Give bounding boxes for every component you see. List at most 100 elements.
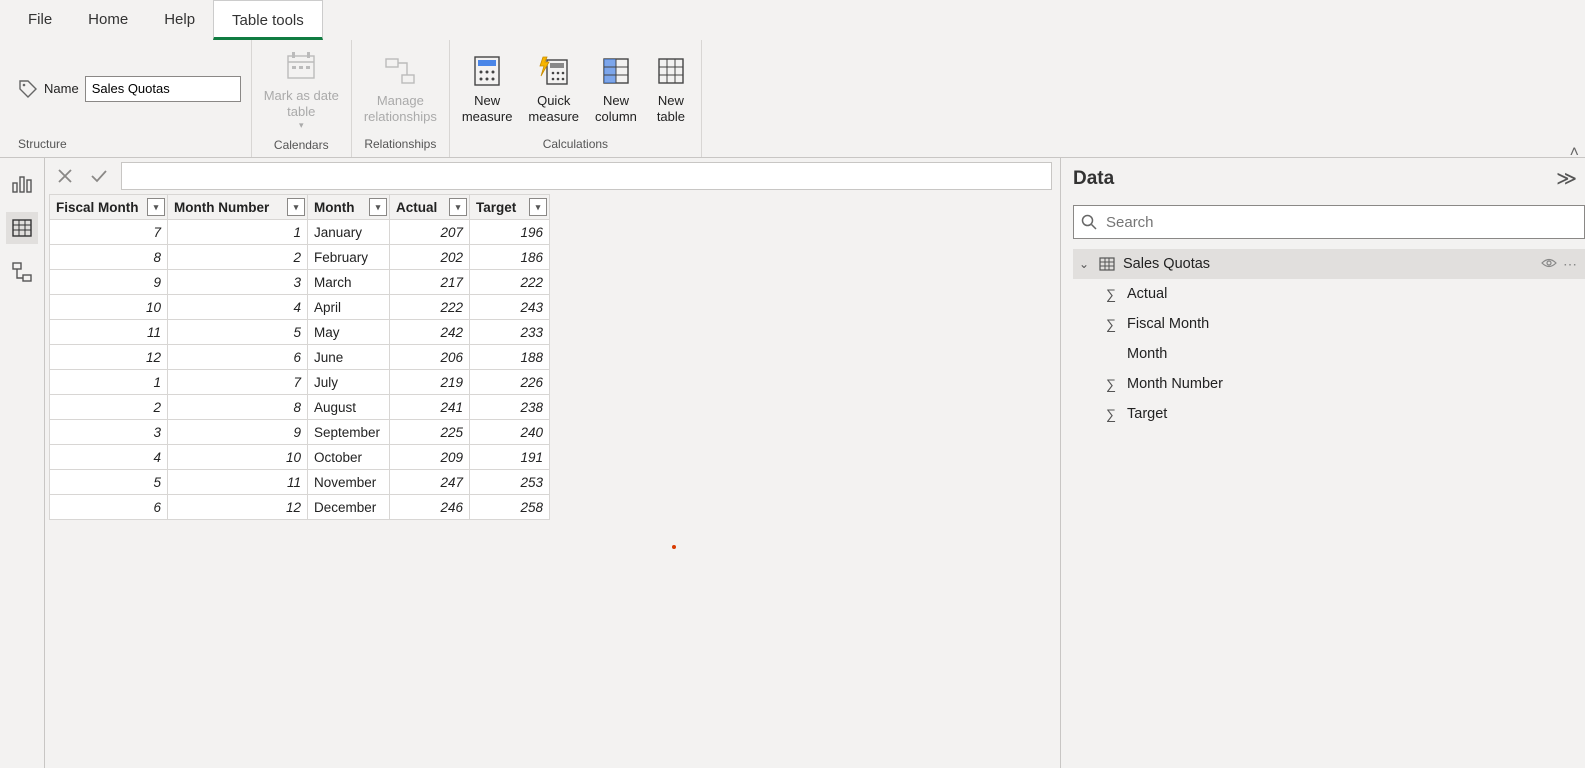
menu-home[interactable]: Home	[70, 0, 146, 40]
cancel-formula-button[interactable]	[53, 161, 77, 191]
cell-month[interactable]: August	[308, 395, 390, 420]
cell-monthnum[interactable]: 11	[168, 470, 308, 495]
table-row[interactable]: 28August241238	[50, 395, 550, 420]
cell-fiscal[interactable]: 12	[50, 345, 168, 370]
cell-actual[interactable]: 242	[390, 320, 470, 345]
cell-fiscal[interactable]: 5	[50, 470, 168, 495]
filter-button[interactable]: ▾	[147, 198, 165, 216]
cell-target[interactable]: 253	[470, 470, 550, 495]
mark-as-date-table-button[interactable]: Mark as date table ▾	[260, 44, 343, 135]
cell-month[interactable]: October	[308, 445, 390, 470]
cell-month[interactable]: November	[308, 470, 390, 495]
tree-table-sales-quotas[interactable]: ⌄ Sales Quotas ⋯	[1073, 249, 1585, 279]
cell-actual[interactable]: 202	[390, 245, 470, 270]
model-view-button[interactable]	[6, 256, 38, 288]
cell-month[interactable]: July	[308, 370, 390, 395]
table-row[interactable]: 93March217222	[50, 270, 550, 295]
cell-monthnum[interactable]: 4	[168, 295, 308, 320]
table-row[interactable]: 410October209191	[50, 445, 550, 470]
cell-actual[interactable]: 241	[390, 395, 470, 420]
menu-help[interactable]: Help	[146, 0, 213, 40]
filter-button[interactable]: ▾	[449, 198, 467, 216]
cell-monthnum[interactable]: 2	[168, 245, 308, 270]
menu-file[interactable]: File	[10, 0, 70, 40]
table-row[interactable]: 82February202186	[50, 245, 550, 270]
table-row[interactable]: 115May242233	[50, 320, 550, 345]
search-box[interactable]	[1073, 205, 1585, 239]
cell-month[interactable]: January	[308, 220, 390, 245]
cell-month[interactable]: September	[308, 420, 390, 445]
cell-fiscal[interactable]: 6	[50, 495, 168, 520]
cell-target[interactable]: 240	[470, 420, 550, 445]
table-row[interactable]: 71January207196	[50, 220, 550, 245]
formula-input[interactable]	[121, 162, 1052, 190]
tree-field[interactable]: ∑Actual	[1073, 279, 1585, 309]
filter-button[interactable]: ▾	[529, 198, 547, 216]
search-input[interactable]	[1106, 214, 1578, 231]
cell-actual[interactable]: 219	[390, 370, 470, 395]
cell-fiscal[interactable]: 10	[50, 295, 168, 320]
cell-month[interactable]: December	[308, 495, 390, 520]
cell-target[interactable]: 186	[470, 245, 550, 270]
cell-monthnum[interactable]: 12	[168, 495, 308, 520]
cell-target[interactable]: 238	[470, 395, 550, 420]
filter-button[interactable]: ▾	[369, 198, 387, 216]
cell-monthnum[interactable]: 9	[168, 420, 308, 445]
cell-fiscal[interactable]: 11	[50, 320, 168, 345]
cell-monthnum[interactable]: 7	[168, 370, 308, 395]
cell-monthnum[interactable]: 8	[168, 395, 308, 420]
cell-month[interactable]: June	[308, 345, 390, 370]
col-header-fiscal-month[interactable]: Fiscal Month▾	[50, 195, 168, 220]
data-view-button[interactable]	[6, 212, 38, 244]
cell-fiscal[interactable]: 4	[50, 445, 168, 470]
col-header-month[interactable]: Month▾	[308, 195, 390, 220]
cell-actual[interactable]: 246	[390, 495, 470, 520]
cell-fiscal[interactable]: 1	[50, 370, 168, 395]
cell-target[interactable]: 233	[470, 320, 550, 345]
cell-actual[interactable]: 247	[390, 470, 470, 495]
cell-month[interactable]: May	[308, 320, 390, 345]
tree-field[interactable]: Month	[1073, 339, 1585, 369]
new-table-button[interactable]: New table	[649, 49, 693, 129]
table-row[interactable]: 39September225240	[50, 420, 550, 445]
cell-target[interactable]: 226	[470, 370, 550, 395]
cell-fiscal[interactable]: 3	[50, 420, 168, 445]
table-row[interactable]: 104April222243	[50, 295, 550, 320]
manage-relationships-button[interactable]: Manage relationships	[360, 49, 441, 129]
visibility-icon[interactable]	[1541, 256, 1557, 273]
cell-month[interactable]: March	[308, 270, 390, 295]
cell-target[interactable]: 258	[470, 495, 550, 520]
cell-monthnum[interactable]: 6	[168, 345, 308, 370]
tree-field[interactable]: ∑Fiscal Month	[1073, 309, 1585, 339]
cell-fiscal[interactable]: 8	[50, 245, 168, 270]
tree-field[interactable]: ∑Month Number	[1073, 369, 1585, 399]
cell-target[interactable]: 243	[470, 295, 550, 320]
cell-actual[interactable]: 217	[390, 270, 470, 295]
cell-actual[interactable]: 206	[390, 345, 470, 370]
col-header-month-number[interactable]: Month Number▾	[168, 195, 308, 220]
cell-monthnum[interactable]: 3	[168, 270, 308, 295]
cell-month[interactable]: April	[308, 295, 390, 320]
cell-month[interactable]: February	[308, 245, 390, 270]
more-options-icon[interactable]: ⋯	[1563, 256, 1577, 273]
col-header-target[interactable]: Target▾	[470, 195, 550, 220]
cell-target[interactable]: 196	[470, 220, 550, 245]
cell-target[interactable]: 191	[470, 445, 550, 470]
cell-actual[interactable]: 209	[390, 445, 470, 470]
menu-table-tools[interactable]: Table tools	[213, 0, 323, 40]
cell-monthnum[interactable]: 5	[168, 320, 308, 345]
table-row[interactable]: 612December246258	[50, 495, 550, 520]
col-header-actual[interactable]: Actual▾	[390, 195, 470, 220]
table-name-input[interactable]	[85, 76, 241, 102]
new-column-button[interactable]: New column	[591, 49, 641, 129]
cell-target[interactable]: 222	[470, 270, 550, 295]
cell-fiscal[interactable]: 2	[50, 395, 168, 420]
cell-monthnum[interactable]: 1	[168, 220, 308, 245]
cell-target[interactable]: 188	[470, 345, 550, 370]
tree-field[interactable]: ∑Target	[1073, 399, 1585, 429]
new-measure-button[interactable]: New measure	[458, 49, 517, 129]
collapse-pane-button[interactable]: ≫	[1556, 166, 1577, 191]
table-row[interactable]: 17July219226	[50, 370, 550, 395]
cell-fiscal[interactable]: 9	[50, 270, 168, 295]
commit-formula-button[interactable]	[87, 161, 111, 191]
